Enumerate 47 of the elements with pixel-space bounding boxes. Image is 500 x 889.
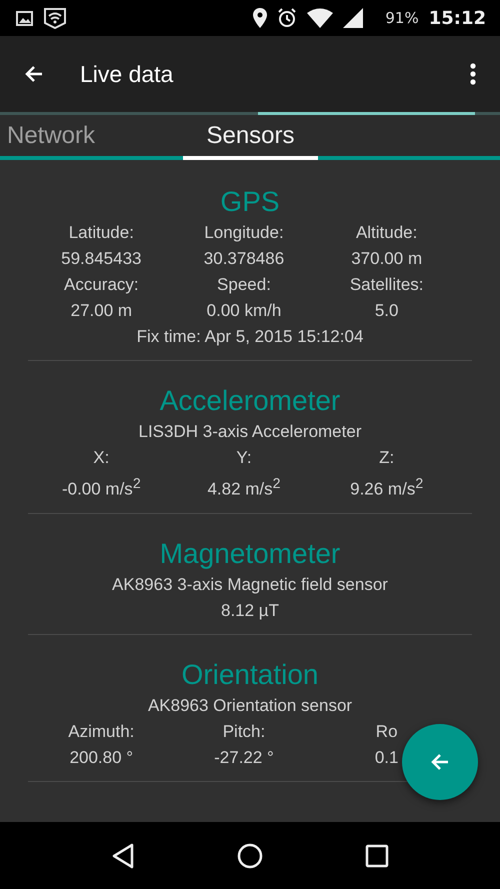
sensor-name: AK8963 3-axis Magnetic field sensor [112,574,388,596]
hotspot-icon [43,7,67,29]
tab[interactable]: Network [0,115,183,160]
image-icon [16,10,33,26]
field-value: 27.00 m [70,300,132,322]
sensor-name: LIS3DH 3-axis Accelerometer [138,421,362,443]
back-icon[interactable] [111,842,135,868]
alarm-icon [277,8,298,28]
field-value: 30.378486 [204,248,284,270]
section-title: Magnetometer [160,538,340,570]
more-vertical-icon [470,63,476,85]
field-label: Longitude: [204,222,284,244]
field-label: Ro [376,720,398,743]
field-value: 0.1 [374,746,398,769]
field-value: 4.82 m/s$^{2}$ [207,475,281,501]
field-label: Satellites: [350,274,424,296]
field-value: 59.845433 [61,248,142,270]
field-value: -0.00 m/s$^{2}$ [62,475,141,501]
signal-icon [343,8,364,28]
location-icon [253,8,268,28]
field-value: 9.26 m/s$^{2}$ [350,475,424,501]
wifi-icon [307,8,334,28]
field-value: -27.22 ° [214,746,274,769]
recents-icon[interactable] [365,844,389,868]
field-label: Y: [236,447,252,469]
sensor-name: AK8963 Orientation sensor [148,694,352,717]
info-text: 8.12 µT [221,600,279,622]
section-title: GPS [220,186,280,218]
section-title: Accelerometer [160,385,340,417]
section-title: Orientation [182,658,318,691]
field-label: Altitude: [356,222,418,244]
field-value: 5.0 [374,300,398,322]
field-label: Accuracy: [64,274,139,296]
field-label: Latitude: [68,222,134,244]
field-label: Z: [379,447,394,469]
clock: 15:12 [428,8,486,28]
app-title: Live data [80,60,174,88]
field-label: Speed: [217,274,271,296]
field-label: Azimuth: [68,720,134,743]
field-value: 0.00 km/h [206,300,282,322]
field-label: Pitch: [222,720,266,743]
home-icon[interactable] [237,842,263,868]
field-value: 370.00 m [351,248,422,270]
battery-percentage: 91% [385,9,419,27]
field-value: 200.80 ° [70,746,134,769]
field-label: X: [93,447,110,469]
info-text: Fix time: Apr 5, 2015 15:12:04 [136,326,364,348]
